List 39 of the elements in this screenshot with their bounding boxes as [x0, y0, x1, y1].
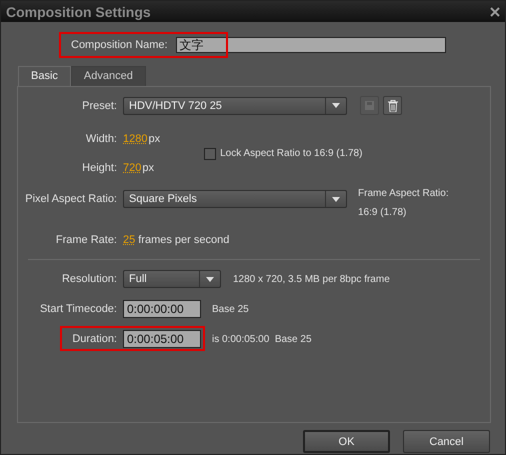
field-label: Duration:	[71, 333, 118, 345]
field-label: Resolution:	[60, 273, 118, 285]
checkbox[interactable]	[204, 148, 216, 160]
unit-label: px	[142, 162, 154, 174]
preset-dropdown[interactable]: HDV/HDTV 720 25	[123, 96, 347, 114]
cancel-button[interactable]: Cancel	[403, 430, 490, 453]
field-label: Pixel Aspect Ratio:	[24, 193, 118, 205]
resolution-dropdown[interactable]: Full	[123, 270, 221, 288]
close-icon[interactable]	[490, 6, 500, 16]
tab[interactable]: Basic	[18, 66, 71, 86]
field-label: Frame Rate:	[54, 234, 118, 246]
dropdown-caret-icon	[332, 196, 340, 202]
width-value[interactable]: 1280	[123, 133, 148, 145]
info-text: is 0:00:05:00 Base 25	[212, 334, 312, 344]
unit-label: px	[148, 133, 160, 145]
field-label: Width:	[84, 133, 118, 145]
checkbox-label: Lock Aspect Ratio to 16:9 (1.78)	[220, 148, 362, 159]
height-value[interactable]: 720	[123, 162, 142, 174]
tab[interactable]: Advanced	[70, 66, 146, 86]
window-title: Composition Settings	[6, 4, 151, 20]
info-value: 16:9 (1.78)	[358, 207, 408, 218]
info-label: Frame Aspect Ratio:	[358, 188, 449, 199]
unit-label: frames per second	[138, 234, 230, 246]
start-timecode-field[interactable]: 0:00:00:00	[123, 300, 201, 318]
dropdown-caret-icon	[332, 103, 340, 108]
ok-button[interactable]: OK	[303, 430, 390, 453]
info-text: 1280 x 720, 3.5 MB per 8bpc frame	[233, 274, 390, 284]
field-label: Preset:	[81, 100, 118, 112]
frame-rate-value[interactable]: 25	[123, 234, 136, 246]
duration-field[interactable]: 0:00:05:00	[123, 330, 201, 348]
delete-preset-button[interactable]	[383, 96, 402, 115]
composition-name-field[interactable]: 文字	[176, 37, 446, 53]
field-label: Composition Name:	[71, 39, 168, 51]
trash-icon	[388, 100, 398, 112]
info-text: Base 25	[212, 304, 249, 314]
pixel-aspect-dropdown[interactable]: Square Pixels	[123, 190, 347, 208]
field-label: Start Timecode:	[38, 303, 118, 315]
dropdown-caret-icon	[206, 276, 214, 282]
field-label: Height:	[81, 162, 118, 174]
